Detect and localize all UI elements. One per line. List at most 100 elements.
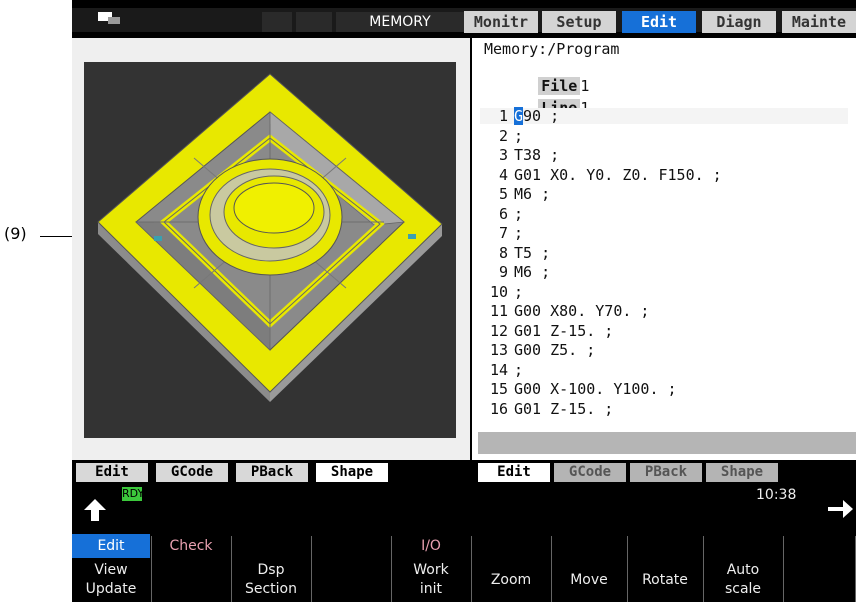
line-number: 1 (498, 107, 508, 125)
line-code: G01 Z-15. ; (514, 321, 614, 340)
menu-key-label (312, 558, 390, 602)
line-number: 16 (489, 399, 508, 418)
program-listing[interactable]: 1 G90 ; 2; 3 T38 ; 4 G01 X0. Y0. Z0. F150. ; 5 M… (480, 107, 850, 428)
left-tab-pback[interactable]: PBack (236, 463, 308, 482)
menu-next-arrow-icon[interactable] (826, 498, 854, 520)
program-line[interactable]: 8 T5 ; (480, 245, 848, 261)
line-number: 5 (498, 185, 508, 203)
menu-key-label: Dsp Section (244, 562, 297, 597)
menu-key-top-label (704, 534, 782, 558)
left-tab-gcode[interactable]: GCode (156, 463, 228, 482)
line-number: 11 (489, 302, 508, 320)
menu-key-top-label (552, 534, 626, 558)
line-number: 6 (498, 204, 508, 223)
line-number: 12 (489, 321, 508, 340)
tab-edit[interactable]: Edit (622, 11, 696, 33)
program-line[interactable]: 14; (480, 362, 848, 378)
line-number: 10 (489, 282, 508, 301)
menu-key-top-label (232, 534, 310, 558)
menu-key-top-label: Edit (72, 534, 150, 558)
tab-diagnosis[interactable]: Diagn (702, 11, 776, 33)
shape-canvas[interactable] (84, 62, 456, 438)
menu-key-label: Rotate (642, 571, 688, 588)
line-code: ; (514, 282, 524, 301)
menu-up-arrow-icon[interactable] (82, 498, 108, 522)
left-tab-edit[interactable]: Edit (76, 463, 148, 482)
menu-key-4[interactable] (312, 530, 392, 602)
line-code: G00 Z5. ; (514, 341, 596, 359)
program-line[interactable]: 6; (480, 206, 848, 222)
cnc-screen: MEMORY Monitr Setup Edit Diagn Mainte Me… (72, 0, 856, 602)
line-number: 13 (489, 341, 508, 359)
shape-pane (72, 38, 470, 460)
right-tab-pback[interactable]: PBack (630, 463, 702, 482)
line-code: ; (514, 126, 524, 145)
menu-key-top-label (312, 534, 390, 558)
menu-key-7[interactable]: Move (552, 530, 628, 602)
menu-key-label (152, 558, 230, 602)
right-tab-gcode[interactable]: GCode (554, 463, 626, 482)
menu-key-2[interactable]: Check (152, 530, 232, 602)
line-number: 9 (498, 263, 508, 281)
line-number: 3 (498, 146, 508, 164)
callout-label: (9) (4, 224, 27, 243)
window-switch-icon[interactable] (98, 12, 120, 24)
right-tab-shape[interactable]: Shape (706, 463, 778, 482)
status-slot-1 (262, 12, 292, 32)
tab-setup[interactable]: Setup (542, 11, 616, 33)
program-line[interactable]: 16 G01 Z-15. ; (480, 401, 848, 417)
program-pane: Memory:/Program File1 Line1 - 1G90 ;2;3T… (472, 38, 856, 460)
mode-indicator: MEMORY (336, 12, 464, 32)
menu-key-label: Auto scale (724, 562, 762, 597)
line-code: G01 Z-15. ; (514, 399, 614, 418)
menu-key-label (784, 558, 854, 602)
menu-key-label: View Update (85, 562, 137, 597)
right-tab-edit[interactable]: Edit (478, 463, 550, 482)
line-code: M6 ; (514, 263, 551, 281)
menu-key-1[interactable]: Edit View Update (72, 530, 152, 602)
menu-key-top-label: Check (169, 538, 213, 554)
program-line[interactable]: 11 G00 X80. Y70. ; (480, 303, 848, 319)
line-code: ; (514, 224, 524, 242)
line-number: 15 (489, 380, 508, 398)
line-code: ; (514, 360, 524, 379)
program-line[interactable]: 3 T38 ; (480, 147, 848, 163)
tab-maintenance[interactable]: Mainte (782, 11, 856, 33)
tab-monitor[interactable]: Monitr (464, 11, 538, 33)
menu-key-top-label (628, 534, 702, 558)
program-path: Memory:/Program (484, 40, 620, 58)
line-code: G00 X-100. Y100. ; (514, 380, 677, 398)
program-line[interactable]: 2; (480, 128, 848, 144)
menu-key-label: Move (570, 571, 608, 588)
menu-key-6[interactable]: Zoom (472, 530, 552, 602)
program-line[interactable]: 4 G01 X0. Y0. Z0. F150. ; (480, 167, 848, 183)
menu-key-9[interactable]: Auto scale (704, 530, 784, 602)
menu-key-8[interactable]: Rotate (628, 530, 704, 602)
line-number: 8 (498, 243, 508, 262)
program-line[interactable]: 7; (480, 225, 848, 241)
menu-key-5[interactable]: I/O Work init (392, 530, 472, 602)
line-code: T5 ; (514, 243, 551, 262)
program-line[interactable]: 1 G90 ; (480, 107, 848, 125)
menu-key-3[interactable]: Dsp Section (232, 530, 312, 602)
program-scrollbar[interactable] (478, 432, 856, 454)
program-line[interactable]: 12 G01 Z-15. ; (480, 323, 848, 339)
line-number: 2 (498, 126, 508, 145)
line-number: 7 (498, 224, 508, 242)
menu-key-label: Zoom (490, 571, 532, 588)
line-code: M6 ; (514, 185, 551, 203)
program-line[interactable]: 5 M6 ; (480, 186, 848, 202)
function-menu: Edit View Update Check Dsp Section I/O Work i… (72, 530, 856, 602)
menu-key-top-label (784, 534, 854, 558)
edit-cursor: G (514, 107, 524, 125)
clock: 10:38 (756, 487, 797, 503)
program-line[interactable]: 15 G00 X-100. Y100. ; (480, 381, 848, 397)
program-line[interactable]: 9 M6 ; (480, 264, 848, 280)
program-line[interactable]: 10; (480, 284, 848, 300)
line-code: G01 X0. Y0. Z0. F150. ; (514, 165, 722, 184)
line-number: 14 (489, 360, 508, 379)
line-code: T38 ; (514, 146, 560, 164)
menu-key-10[interactable] (784, 530, 856, 602)
program-line[interactable]: 13 G00 Z5. ; (480, 342, 848, 358)
left-tab-shape[interactable]: Shape (316, 463, 388, 482)
